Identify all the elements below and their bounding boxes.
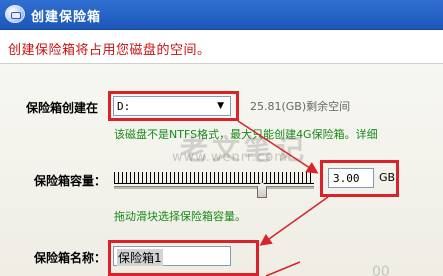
free-space-text: 25.81(GB)剩余空间: [250, 100, 351, 113]
watermark-url: www.wenrr.com: [172, 150, 288, 165]
name-label: 保险箱名称：: [34, 251, 107, 265]
corner-watermark: 00: [372, 264, 390, 276]
notice-text: 创建保险箱将占用您磁盘的空间。: [8, 43, 211, 58]
location-label: 保险箱创建在: [26, 101, 99, 115]
dropdown-arrow-icon[interactable]: ▼: [217, 101, 224, 111]
title-bar: 创建保险箱: [0, 0, 443, 30]
capacity-unit: GB: [379, 171, 396, 184]
capacity-input-value: 3.00: [333, 172, 360, 185]
slider-hint: 拖动滑块选择保险箱容量。: [114, 210, 246, 223]
name-input[interactable]: 保险箱1: [113, 246, 231, 266]
window-title: 创建保险箱: [31, 10, 102, 25]
capacity-slider-track[interactable]: [114, 186, 314, 189]
name-input-value: 保险箱1: [117, 249, 163, 266]
drive-select[interactable]: D: ▼: [113, 96, 231, 116]
safe-box-icon: [5, 5, 25, 23]
capacity-input[interactable]: 3.00: [328, 168, 374, 188]
capacity-slider-ticks[interactable]: [114, 172, 314, 184]
notice-banner: 创建保险箱将占用您磁盘的空间。: [0, 30, 443, 64]
drive-select-value: D:: [117, 100, 131, 113]
capacity-label: 保险箱容量：: [34, 174, 107, 188]
